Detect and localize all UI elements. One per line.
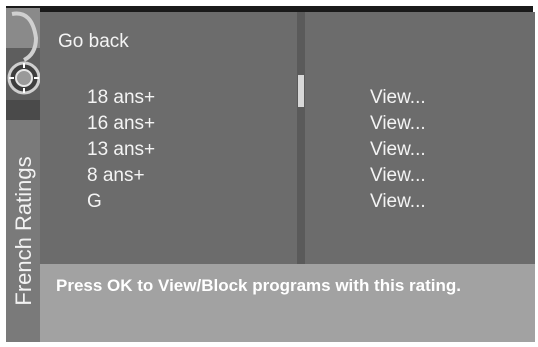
tv-menu-screen: French Ratings Go back 18 ans+ 16 ans+ 1… bbox=[0, 0, 538, 347]
sidebar: French Ratings bbox=[6, 8, 40, 342]
view-option-8[interactable]: View... bbox=[370, 165, 426, 187]
rating-actions-panel: View... View... View... View... View... bbox=[305, 12, 535, 264]
view-option-16[interactable]: View... bbox=[370, 113, 426, 135]
help-bar: Press OK to View/Block programs with thi… bbox=[40, 264, 535, 342]
view-option-13[interactable]: View... bbox=[370, 139, 426, 161]
rating-item-13[interactable]: 13 ans+ bbox=[87, 139, 155, 161]
rating-item-16[interactable]: 16 ans+ bbox=[87, 113, 155, 135]
menu-scrollbar[interactable] bbox=[297, 12, 305, 264]
rating-item-18[interactable]: 18 ans+ bbox=[87, 87, 155, 109]
help-text: Press OK to View/Block programs with thi… bbox=[56, 276, 461, 295]
view-option-g[interactable]: View... bbox=[370, 191, 426, 213]
sidebar-title: French Ratings bbox=[10, 126, 38, 336]
rating-item-g[interactable]: G bbox=[87, 191, 102, 213]
scroll-thumb[interactable] bbox=[298, 75, 304, 107]
ratings-menu: Go back 18 ans+ 16 ans+ 13 ans+ 8 ans+ G bbox=[40, 12, 297, 264]
rating-item-8[interactable]: 8 ans+ bbox=[87, 165, 145, 187]
sidebar-title-text: French Ratings bbox=[11, 156, 36, 306]
view-option-18[interactable]: View... bbox=[370, 87, 426, 109]
go-back-item[interactable]: Go back bbox=[58, 31, 129, 53]
safe-dial-icon bbox=[6, 8, 40, 120]
